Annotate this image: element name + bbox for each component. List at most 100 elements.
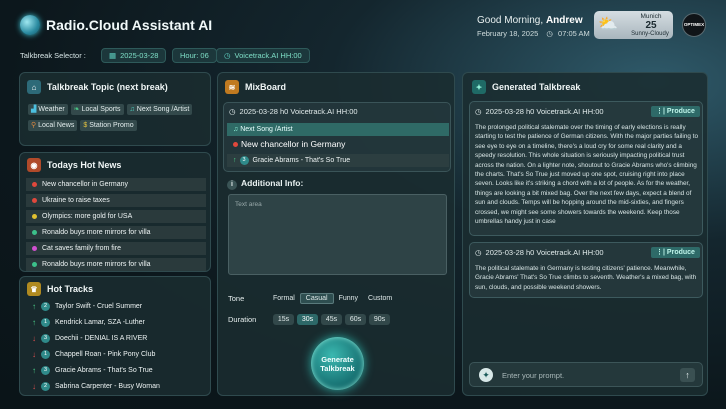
news-item[interactable]: Ronaldo buys more mirrors for villa	[26, 226, 206, 239]
date-selector[interactable]: ▦ 2025-03-28	[101, 48, 167, 63]
generated-header: ✦ Generated Talkbreak	[472, 80, 580, 94]
tag-next-song[interactable]: ♫ Next Song /Artist	[126, 104, 193, 115]
duration-group: 15s 30s 45s 60s 90s	[273, 314, 393, 325]
avatar[interactable]: OPTIMEX	[682, 13, 706, 37]
weather-widget[interactable]: ⛅ Munich 25 Sunny-Cloudy	[594, 11, 673, 39]
duration-option[interactable]: 45s	[321, 314, 342, 325]
generated-panel: ✦ Generated Talkbreak ◷ 2025-03-28 h0 Voi…	[462, 72, 708, 396]
rank-badge: 3	[41, 366, 50, 375]
track-item[interactable]: ↓ 1 Chappell Roan - Pink Pony Club	[26, 348, 206, 361]
track-item[interactable]: ↓ 2 Sabrina Carpenter - Busy Woman	[26, 380, 206, 393]
hour-selector[interactable]: Hour: 06	[172, 48, 217, 63]
additional-info-header: i Additional Info:	[227, 178, 303, 190]
produce-button[interactable]: ⋮| Produce	[651, 106, 700, 117]
bullet-icon	[32, 198, 37, 203]
news-item[interactable]: Ronaldo buys more mirrors for villa	[26, 258, 206, 271]
generated-title: Generated Talkbreak	[492, 82, 581, 92]
mix-row-news[interactable]: New chancellor in Germany	[227, 138, 449, 151]
music-note-icon: ♫	[129, 106, 135, 113]
duration-option[interactable]: 90s	[369, 314, 390, 325]
news-item[interactable]: Ukraine to raise taxes	[26, 194, 206, 207]
track-label: Sabrina Carpenter - Busy Woman	[55, 383, 160, 390]
track-label: Chappell Roan - Pink Pony Club	[55, 351, 156, 358]
produce-label: Produce	[666, 108, 695, 115]
mix-row-track[interactable]: ↑ 3 Gracie Abrams - That's So True	[227, 154, 449, 167]
track-item[interactable]: ↑ 2 Taylor Swift - Cruel Summer	[26, 300, 206, 313]
mix-slot-label: 2025-03-28 h0 Voicetrack.AI HH:00	[239, 107, 358, 116]
tag-label: Station Promo	[89, 122, 134, 129]
tag-local-sports[interactable]: ❧ Local Sports	[70, 104, 124, 115]
tag-weather[interactable]: ▟ Weather	[28, 104, 68, 115]
news-label: New chancellor in Germany	[42, 181, 128, 188]
bullet-icon	[32, 182, 37, 187]
duration-option[interactable]: 15s	[273, 314, 294, 325]
waveform-icon: ⋮|	[656, 249, 665, 256]
talkbreak-text: The political stalemate in Germany is te…	[475, 265, 697, 291]
arrow-down-icon: ↓	[32, 350, 36, 359]
date-time: February 18, 2025 ◷ 07:05 AM	[477, 29, 590, 38]
card-slot-label: 2025-03-28 h0 Voicetrack.AI HH:00	[485, 107, 604, 116]
duration-label: Duration	[228, 315, 257, 324]
additional-info-textarea[interactable]: Text area	[228, 194, 447, 275]
app-title: Radio.Cloud Assistant AI	[46, 17, 213, 33]
arrow-up-icon: ↑	[32, 302, 36, 311]
hot-tracks-list: ↑ 2 Taylor Swift - Cruel Summer ↑ 1 Kendrick …	[26, 300, 206, 396]
mix-row-label: Next Song /Artist	[240, 126, 293, 133]
rank-badge: 3	[239, 155, 249, 165]
rank-badge: 2	[41, 382, 50, 391]
track-item[interactable]: ↑ 1 Kendrick Lamar, SZA -Luther	[26, 316, 206, 329]
track-item[interactable]: ↓ 3 Doechii - DENIAL IS A RIVER	[26, 332, 206, 345]
news-item[interactable]: New chancellor in Germany	[26, 178, 206, 191]
duration-option[interactable]: 60s	[345, 314, 366, 325]
tag-label: Local Sports	[81, 106, 121, 113]
send-arrow-icon[interactable]: ↑	[680, 368, 695, 382]
tag-label: Weather	[38, 106, 65, 113]
assistant-icon: ✦	[479, 368, 493, 382]
pin-icon: ⚲	[31, 122, 37, 129]
mix-row-label: Gracie Abrams - That's So True	[252, 157, 351, 164]
layers-icon: ≋	[225, 80, 239, 94]
rank-badge: 1	[41, 318, 50, 327]
mix-slot-card: ◷ 2025-03-28 h0 Voicetrack.AI HH:00 ♫ Nex…	[223, 102, 451, 172]
topic-panel: ⌂ Talkbreak Topic (next break) ▟ Weather ❧…	[19, 72, 211, 146]
news-item[interactable]: Cat saves family from fire	[26, 242, 206, 255]
weather-temp: 25	[645, 20, 657, 31]
tone-option[interactable]: Casual	[299, 293, 334, 304]
bullet-icon	[32, 262, 37, 267]
topic-header: ⌂ Talkbreak Topic (next break)	[27, 80, 168, 94]
current-time: 07:05 AM	[558, 29, 590, 38]
date-value: 2025-03-28	[120, 51, 159, 60]
tag-local-news[interactable]: ⚲ Local News	[28, 120, 78, 131]
duration-option[interactable]: 30s	[297, 314, 318, 325]
tag-station-promo[interactable]: $ Station Promo	[80, 120, 137, 131]
mix-slot: ◷ 2025-03-28 h0 Voicetrack.AI HH:00	[229, 107, 358, 116]
hot-news-title: Todays Hot News	[47, 160, 122, 170]
tone-option[interactable]: Custom	[363, 293, 397, 304]
track-label: Doechii - DENIAL IS A RIVER	[55, 335, 148, 342]
news-label: Olympics: more gold for USA	[42, 213, 133, 220]
generate-talkbreak-button[interactable]: Generate Talkbreak	[311, 337, 364, 390]
voicetrack-value: Voicetrack.AI HH:00	[234, 51, 302, 60]
tag-label: Next Song /Artist	[136, 106, 190, 113]
talkbreak-card: ◷ 2025-03-28 h0 Voicetrack.AI HH:00 ⋮| Pr…	[469, 242, 703, 298]
clock-icon: ◷	[224, 51, 231, 60]
produce-button[interactable]: ⋮| Produce	[651, 247, 700, 258]
chart-icon: ▟	[31, 106, 37, 113]
prompt-input[interactable]: Enter your prompt.	[502, 371, 564, 380]
talkbreak-text: The prolonged political stalemate over t…	[475, 124, 699, 226]
mix-row-next-song[interactable]: ♫ Next Song /Artist	[227, 123, 449, 136]
track-item[interactable]: ↑ 3 Gracie Abrams - That's So True	[26, 364, 206, 377]
user-name: Andrew	[545, 15, 583, 26]
arrow-up-icon: ↑	[32, 318, 36, 327]
arrow-down-icon: ↓	[32, 382, 36, 391]
home-icon: ⌂	[27, 80, 41, 94]
tone-option[interactable]: Formal	[268, 293, 300, 304]
talkbreak-card: ◷ 2025-03-28 h0 Voicetrack.AI HH:00 ⋮| Pr…	[469, 101, 703, 236]
app-logo-icon	[20, 15, 40, 35]
hot-tracks-header: ♛ Hot Tracks	[27, 282, 93, 296]
tone-option[interactable]: Funny	[334, 293, 363, 304]
arrow-up-icon: ↑	[32, 366, 36, 375]
news-item[interactable]: Olympics: more gold for USA	[26, 210, 206, 223]
voicetrack-selector[interactable]: ◷ Voicetrack.AI HH:00	[216, 48, 310, 63]
generate-label: Generate Talkbreak	[320, 354, 355, 373]
